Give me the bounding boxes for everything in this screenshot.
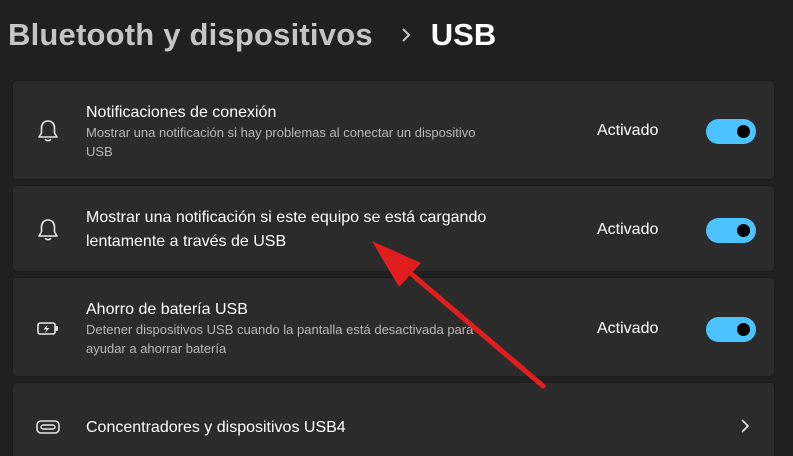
- breadcrumb-parent-link[interactable]: Bluetooth y dispositivos: [8, 17, 373, 53]
- setting-description: Mostrar una notificación si hay problema…: [86, 125, 476, 140]
- setting-text: Notificaciones de conexión Mostrar una n…: [86, 102, 475, 161]
- setting-title: Concentradores y dispositivos USB4: [86, 419, 346, 436]
- bell-icon: [35, 217, 61, 243]
- usb-battery-saver-toggle[interactable]: [706, 317, 756, 342]
- toggle-status-label: Activado: [597, 320, 659, 337]
- setting-title: Mostrar una notificación si este equipo …: [86, 209, 487, 226]
- toggle-status-label: Activado: [597, 221, 659, 238]
- page-title: USB: [430, 17, 497, 52]
- setting-description-line2: ayudar a ahorrar batería: [86, 341, 227, 356]
- setting-description-line2: USB: [86, 144, 113, 159]
- setting-title: Notificaciones de conexión: [86, 104, 277, 121]
- breadcrumb: Bluetooth y dispositivos USB: [8, 12, 496, 58]
- setting-slow-charging-notification: Mostrar una notificación si este equipo …: [12, 185, 775, 272]
- connection-notifications-toggle[interactable]: [706, 119, 756, 144]
- bell-icon: [35, 118, 61, 144]
- setting-title: Ahorro de batería USB: [86, 301, 248, 318]
- setting-text: Concentradores y dispositivos USB4: [86, 417, 346, 438]
- toggle-knob: [737, 224, 750, 237]
- slow-charging-notification-toggle[interactable]: [706, 218, 756, 243]
- toggle-status-label: Activado: [597, 122, 659, 139]
- battery-saver-icon: [35, 316, 61, 342]
- setting-connection-notifications: Notificaciones de conexión Mostrar una n…: [12, 80, 775, 180]
- usb4-hub-icon: [35, 414, 61, 440]
- setting-usb-battery-saver: Ahorro de batería USB Detener dispositiv…: [12, 277, 775, 377]
- setting-description: Detener dispositivos USB cuando la panta…: [86, 322, 474, 337]
- settings-page: Bluetooth y dispositivos USB Notificacio…: [0, 0, 793, 456]
- setting-title-line2: lentamente a través de USB: [86, 233, 287, 250]
- setting-text: Ahorro de batería USB Detener dispositiv…: [86, 299, 473, 358]
- chevron-right-icon: [399, 28, 413, 42]
- setting-text: Mostrar una notificación si este equipo …: [86, 206, 486, 254]
- toggle-knob: [737, 125, 750, 138]
- setting-usb4-hubs-devices[interactable]: Concentradores y dispositivos USB4: [12, 382, 775, 456]
- chevron-right-icon[interactable]: [739, 418, 751, 434]
- toggle-knob: [737, 323, 750, 336]
